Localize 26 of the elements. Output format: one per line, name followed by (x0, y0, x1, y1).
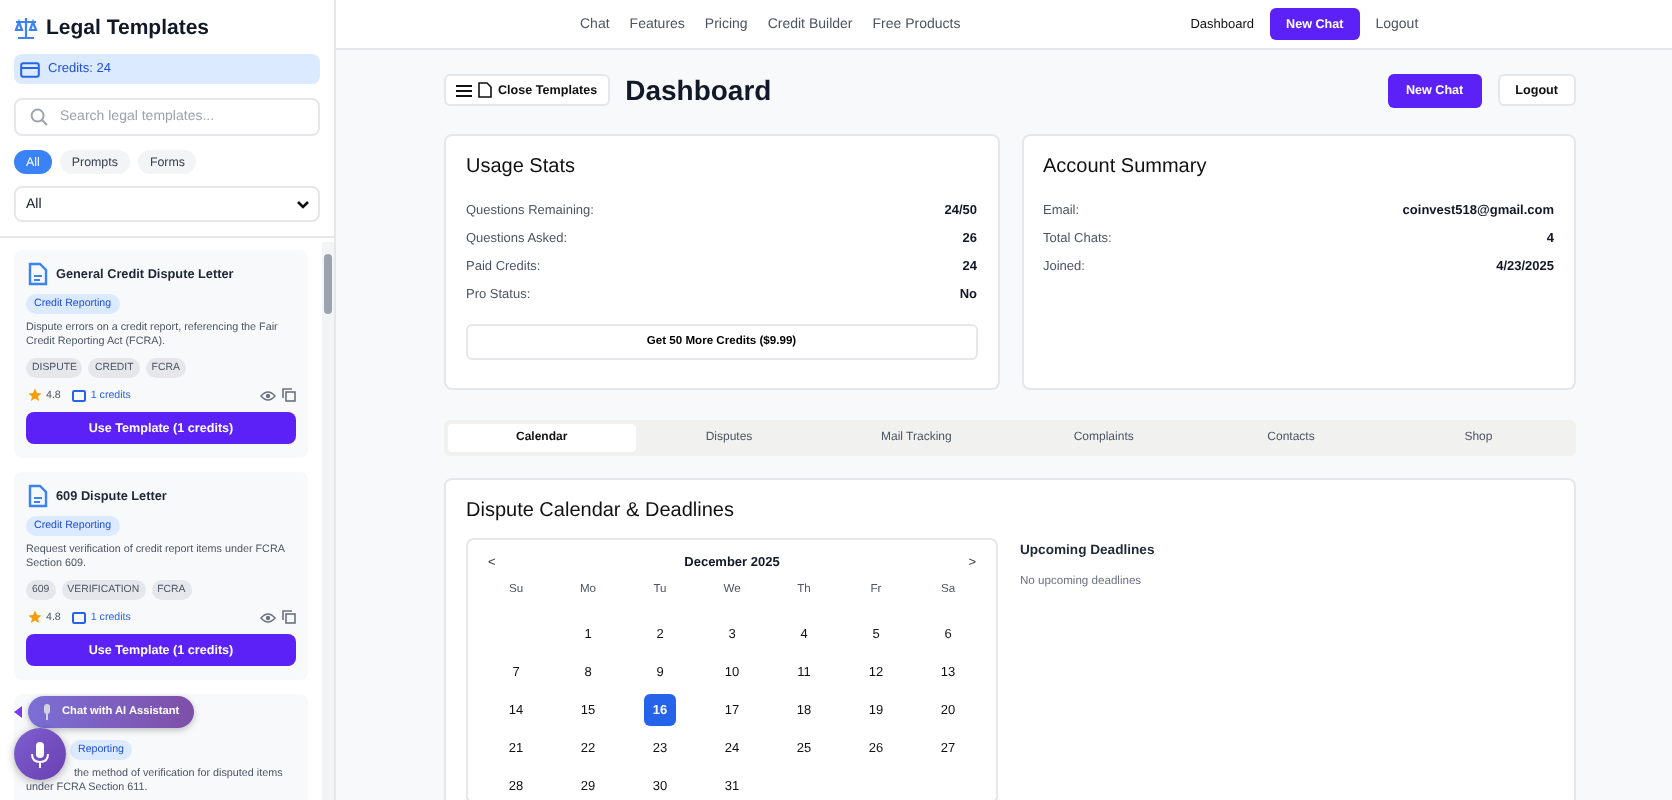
star-icon (28, 610, 42, 624)
chevron-down-icon (296, 199, 310, 209)
card-title: Usage Stats (466, 156, 577, 178)
microphone-icon (42, 704, 52, 720)
document-icon (478, 82, 492, 98)
caret-left-icon (14, 706, 22, 718)
document-icon (26, 484, 48, 508)
microphone-icon (30, 741, 50, 767)
menu-icon (456, 83, 472, 97)
copy-icon (282, 388, 296, 402)
scrollbar[interactable] (322, 242, 334, 800)
sidebar-title: Legal Templates (46, 15, 209, 39)
credit-card-icon (72, 611, 87, 623)
copy-icon (282, 610, 296, 624)
scales-icon (14, 15, 38, 39)
eye-icon (260, 389, 276, 401)
page-title: Dashboard (625, 74, 772, 106)
star-icon (28, 388, 42, 402)
credit-card-icon (72, 389, 87, 401)
card-title: Dispute Calendar & Deadlines (466, 500, 736, 522)
document-icon (26, 262, 48, 286)
card-icon (20, 61, 40, 77)
card-title: Account Summary (1043, 156, 1209, 178)
search-icon (30, 108, 48, 126)
eye-icon (260, 611, 276, 623)
scrollbar-thumb[interactable] (324, 254, 332, 314)
